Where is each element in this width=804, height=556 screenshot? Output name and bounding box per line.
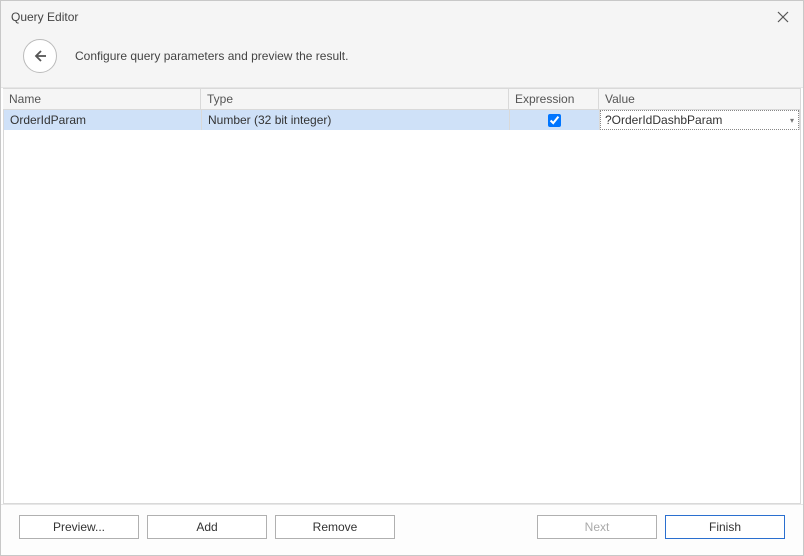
cell-expression[interactable]: [510, 110, 600, 130]
close-icon: [777, 11, 789, 23]
finish-button[interactable]: Finish: [665, 515, 785, 539]
column-header-name[interactable]: Name: [3, 89, 201, 109]
wizard-header: Configure query parameters and preview t…: [1, 31, 803, 88]
remove-button[interactable]: Remove: [275, 515, 395, 539]
add-button[interactable]: Add: [147, 515, 267, 539]
cell-type[interactable]: Number (32 bit integer): [202, 110, 510, 130]
cell-value[interactable]: ?OrderIdDashbParam ▾: [600, 110, 800, 130]
grid-header: Name Type Expression Value: [3, 88, 801, 110]
window-title: Query Editor: [11, 10, 78, 24]
footer: Preview... Add Remove Next Finish: [1, 504, 803, 555]
back-button[interactable]: [23, 39, 57, 73]
arrow-left-icon: [32, 48, 48, 64]
grid-body[interactable]: OrderIdParam Number (32 bit integer) ?Or…: [3, 110, 801, 504]
query-editor-dialog: Query Editor Configure query parameters …: [0, 0, 804, 556]
value-editor[interactable]: ?OrderIdDashbParam ▾: [600, 110, 799, 130]
column-header-type[interactable]: Type: [201, 89, 509, 109]
column-header-expression[interactable]: Expression: [509, 89, 599, 109]
column-header-value[interactable]: Value: [599, 89, 801, 109]
titlebar: Query Editor: [1, 1, 803, 31]
parameters-grid: Name Type Expression Value OrderIdParam …: [3, 88, 801, 504]
cell-name[interactable]: OrderIdParam: [4, 110, 202, 130]
table-row[interactable]: OrderIdParam Number (32 bit integer) ?Or…: [4, 110, 800, 130]
next-button: Next: [537, 515, 657, 539]
spacer: [403, 515, 529, 539]
preview-button[interactable]: Preview...: [19, 515, 139, 539]
chevron-down-icon[interactable]: ▾: [790, 116, 794, 125]
wizard-subtitle: Configure query parameters and preview t…: [75, 49, 348, 63]
expression-checkbox[interactable]: [548, 114, 561, 127]
close-button[interactable]: [773, 7, 793, 27]
value-text: ?OrderIdDashbParam: [605, 113, 722, 127]
